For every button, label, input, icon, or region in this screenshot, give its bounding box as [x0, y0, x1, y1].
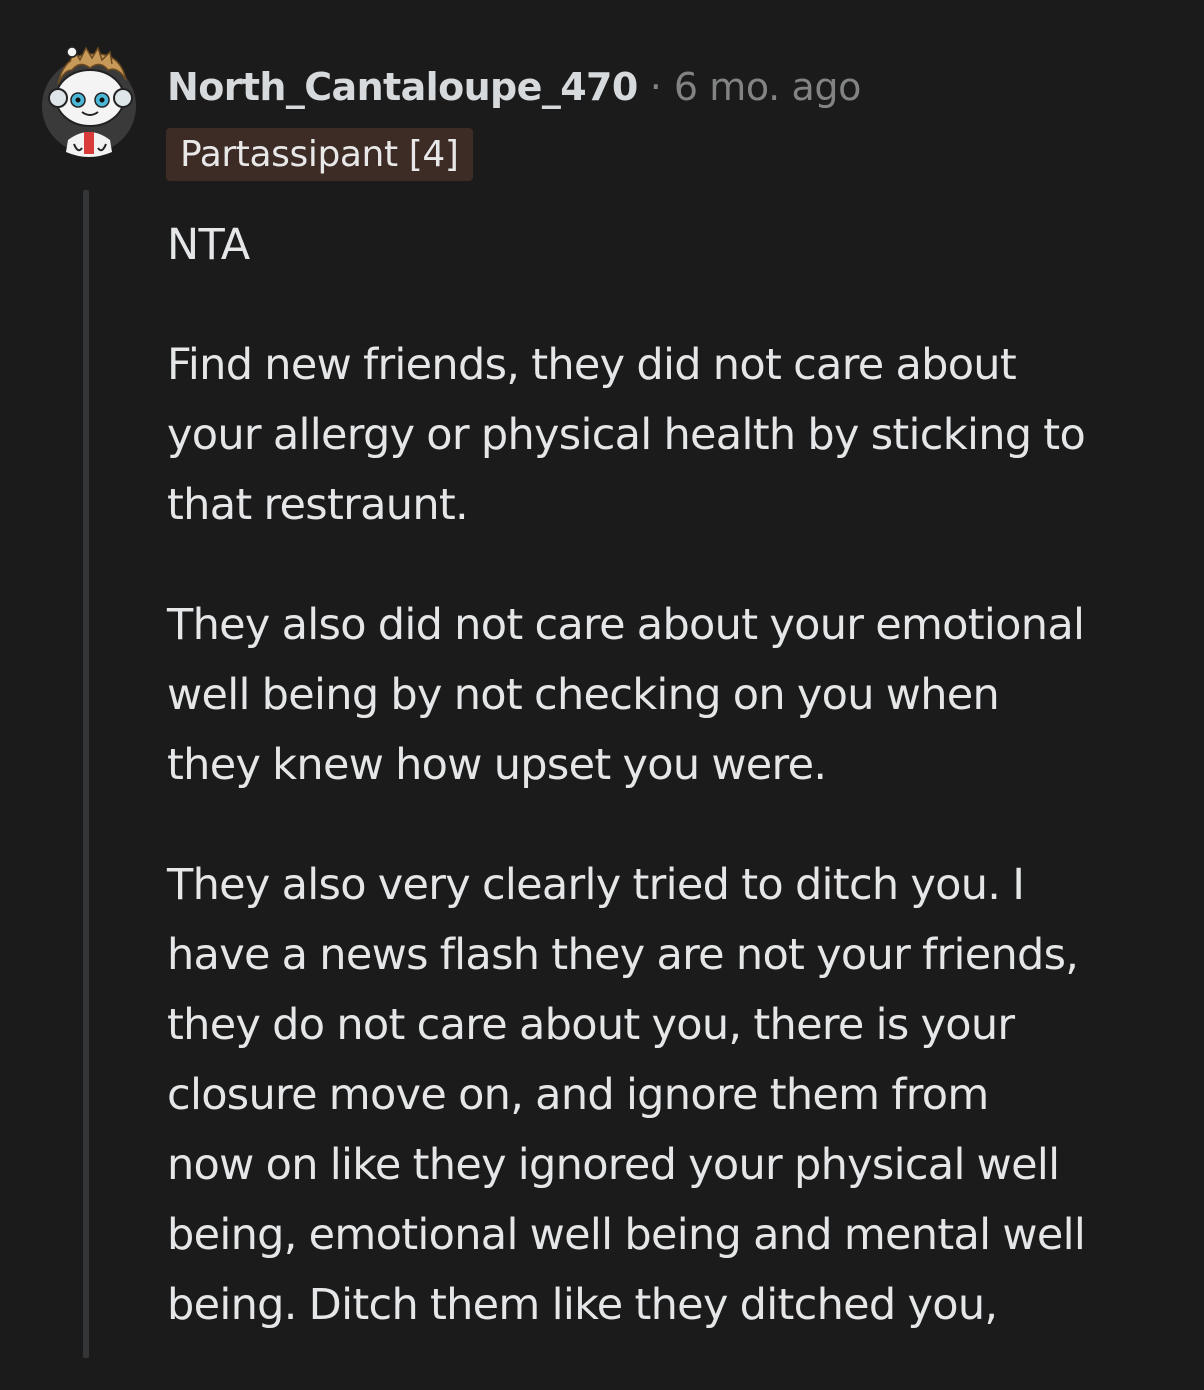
comment-body: NTA Find new friends, they did not care …: [167, 210, 1157, 1390]
comment-text-line: now on like they ignored your physical w…: [167, 1140, 1060, 1190]
thread-collapse-line[interactable]: [83, 190, 89, 1358]
comment-paragraph: They also very clearly tried to ditch yo…: [167, 850, 1157, 1340]
avatar[interactable]: [40, 40, 138, 158]
comment-text-line: have a news flash they are not your frie…: [167, 930, 1079, 980]
comment-paragraph: NTA: [167, 210, 1157, 280]
snoo-avatar-icon: [42, 46, 136, 157]
author-username[interactable]: North_Cantaloupe_470: [167, 65, 638, 109]
comment-paragraph: Find new friends, they did not care abou…: [167, 330, 1157, 540]
meta-separator: ·: [649, 65, 662, 109]
comment-text-line: closure move on, and ignore them from: [167, 1070, 989, 1120]
comment-text-line: that restraunt.: [167, 480, 469, 530]
comment-text-line: your allergy or physical health by stick…: [167, 410, 1086, 460]
comment-text-line: they do not care about you, there is you…: [167, 1000, 1015, 1050]
comment-text-line: Find new friends, they did not care abou…: [167, 340, 1017, 390]
comment-text-line: They also did not care about your emotio…: [167, 600, 1085, 650]
comment-header: North_Cantaloupe_470 · 6 mo. ago: [167, 60, 861, 114]
user-flair-badge: Partassipant [4]: [166, 128, 473, 181]
comment-text-line: They also very clearly tried to ditch yo…: [167, 860, 1025, 910]
comment-text-line: well being by not checking on you when: [167, 670, 1000, 720]
comment-paragraph: They also did not care about your emotio…: [167, 590, 1157, 800]
comment-text-line: NTA: [167, 220, 250, 270]
comment-text-line: being, emotional well being and mental w…: [167, 1210, 1086, 1260]
comment-timestamp[interactable]: 6 mo. ago: [674, 65, 861, 109]
comment-text-line: they knew how upset you were.: [167, 740, 827, 790]
comment-text-line: being. Ditch them like they ditched you,: [167, 1280, 998, 1330]
